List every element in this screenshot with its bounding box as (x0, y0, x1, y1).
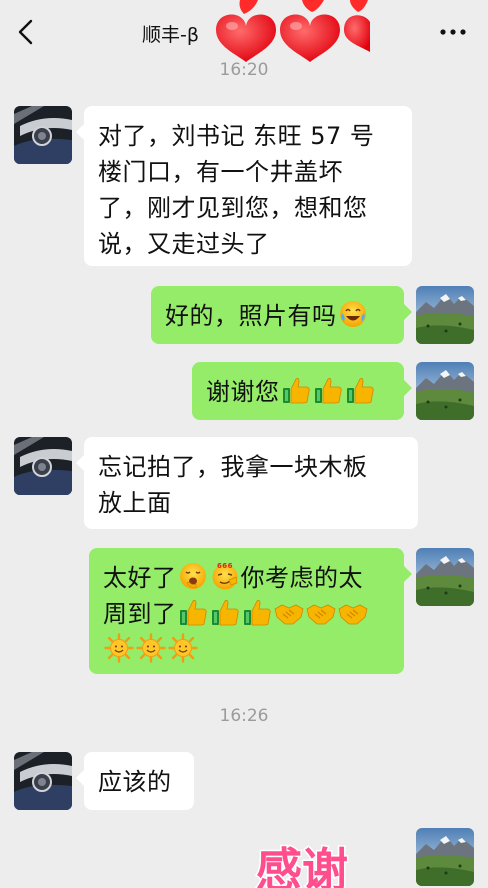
outgoing-message[interactable]: 好的，照片有吗 (151, 286, 412, 344)
self-avatar[interactable] (416, 828, 474, 886)
message-text: 好的，照片有吗 (165, 302, 337, 330)
message-text: 谢谢您 (206, 378, 280, 406)
laughing-crying-emoji-icon (338, 299, 368, 329)
outgoing-message[interactable]: 太好了 你考虑的太 周到了 (89, 548, 412, 674)
timestamp: 16:26 (219, 706, 269, 726)
chat-title: 顺丰-β (142, 24, 199, 46)
back-icon[interactable] (12, 18, 40, 46)
thumbs-up-emoji-icon (242, 597, 272, 627)
thumbs-up-emoji-icon (210, 597, 240, 627)
heart-stickers (216, 0, 370, 62)
yawn-emoji-icon (178, 561, 208, 591)
sun-emoji-icon (136, 633, 166, 663)
incoming-message[interactable]: 对了，刘书记 东旺 57 号 楼门口，有一个井盖坏 了，刚才见到您，想和您 说，… (76, 106, 412, 266)
handshake-emoji-icon (338, 597, 368, 627)
message-line: 了，刚才见到您，想和您 (98, 194, 368, 222)
message-line: 楼门口，有一个井盖坏 (98, 158, 343, 186)
message-text: 周到了 (103, 600, 177, 628)
handshake-emoji-icon (306, 597, 336, 627)
666-emoji-icon (210, 561, 240, 591)
contact-avatar[interactable] (14, 437, 72, 495)
thumbs-up-emoji-icon (313, 375, 343, 405)
contact-avatar[interactable] (14, 752, 72, 810)
timestamp: 16:20 (219, 60, 269, 80)
self-avatar[interactable] (416, 286, 474, 344)
outgoing-message[interactable]: 谢谢您 (192, 362, 412, 420)
sticker-text: 感谢 (256, 843, 348, 888)
sun-emoji-icon (104, 633, 134, 663)
self-avatar[interactable] (416, 362, 474, 420)
message-text: 太好了 (103, 564, 177, 592)
incoming-message[interactable]: 应该的 (76, 752, 194, 810)
thumbs-up-emoji-icon (345, 375, 375, 405)
thanks-sticker[interactable]: 感谢 (252, 826, 388, 888)
more-icon[interactable] (438, 22, 468, 42)
self-avatar[interactable] (416, 548, 474, 606)
message-line: 忘记拍了，我拿一块木板 (98, 453, 368, 481)
message-line: 对了，刘书记 东旺 57 号 (98, 122, 375, 150)
message-line: 说，又走过头了 (98, 230, 270, 258)
handshake-emoji-icon (274, 597, 304, 627)
sun-emoji-icon (168, 633, 198, 663)
thumbs-up-emoji-icon (281, 375, 311, 405)
message-text: 你考虑的太 (240, 564, 363, 592)
message-line: 放上面 (98, 489, 172, 517)
message-text: 应该的 (98, 768, 172, 796)
thumbs-up-emoji-icon (178, 597, 208, 627)
chat-header: 顺丰-β (0, 0, 488, 62)
incoming-message[interactable]: 忘记拍了，我拿一块木板 放上面 (76, 437, 418, 529)
contact-avatar[interactable] (14, 106, 72, 164)
